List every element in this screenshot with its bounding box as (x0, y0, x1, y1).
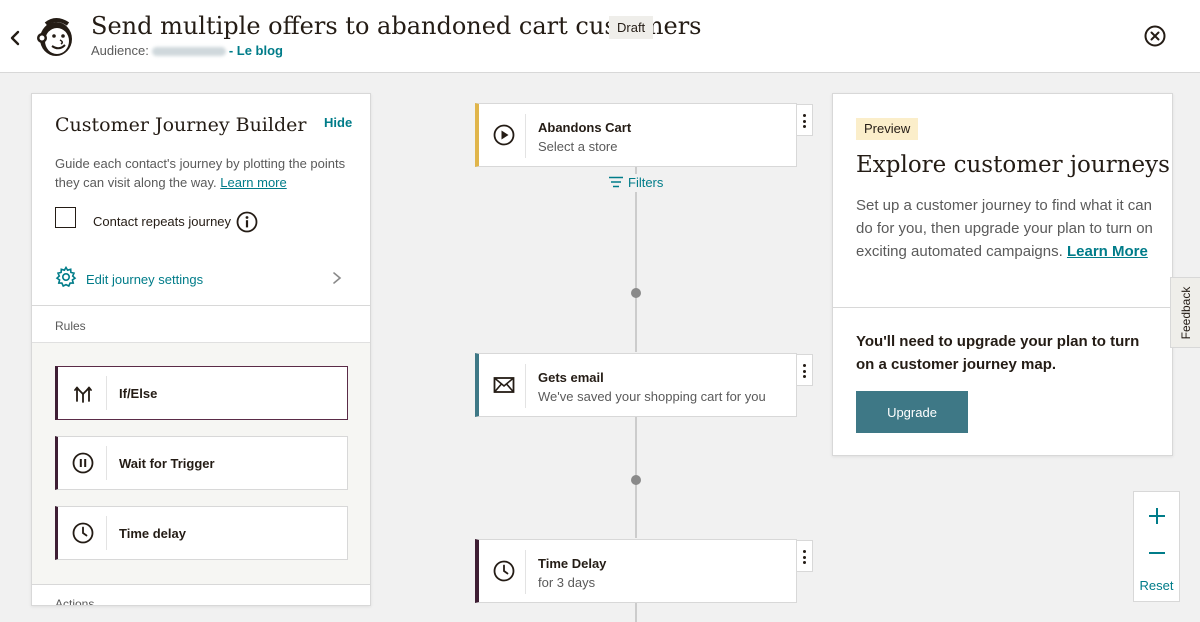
settings-label: Edit journey settings (86, 272, 204, 287)
node-menu-button[interactable] (797, 540, 813, 572)
info-icon[interactable] (236, 211, 258, 233)
feedback-label: Feedback (1178, 286, 1193, 339)
split-arrows-icon (74, 386, 92, 403)
journey-node-time-delay[interactable]: Time Delay for 3 days (475, 539, 797, 603)
rules-list: If/Else Wait for Trigger Time delay (32, 342, 370, 585)
node-menu-button[interactable] (797, 354, 813, 386)
node-title: Gets email (538, 370, 604, 385)
card-separator (106, 516, 107, 550)
upgrade-notice: You'll need to upgrade your plan to turn… (856, 333, 1140, 373)
journey-builder-panel: Customer Journey Builder Hide Guide each… (31, 93, 371, 606)
divider (32, 584, 370, 585)
status-badge: Draft (609, 16, 654, 39)
description-text: Guide each contact's journey by plotting… (55, 156, 346, 190)
clock-icon (72, 522, 94, 544)
gear-icon (55, 266, 77, 288)
upgrade-button[interactable]: Upgrade (856, 391, 968, 433)
card-separator (525, 114, 526, 158)
rules-heading: Rules (55, 319, 86, 333)
pause-circle-icon (72, 452, 94, 474)
learn-more-link[interactable]: Learn more (220, 175, 286, 190)
repeat-journey-checkbox[interactable] (55, 207, 76, 228)
node-title: Abandons Cart (538, 120, 632, 135)
node-subtitle: Select a store (538, 139, 618, 154)
add-step-point[interactable] (631, 475, 641, 485)
rule-time-delay[interactable]: Time delay (55, 506, 348, 560)
preview-title: Explore customer journeys (856, 152, 1170, 178)
zoom-controls: Reset (1133, 491, 1180, 602)
checkbox-label: Contact repeats journey (93, 214, 232, 229)
rule-label: Wait for Trigger (119, 456, 215, 471)
preview-description: Set up a customer journey to find what i… (856, 194, 1156, 263)
node-menu-button[interactable] (797, 104, 813, 136)
rule-label: Time delay (119, 526, 186, 541)
chevron-left-icon[interactable] (6, 27, 24, 49)
edit-journey-settings[interactable]: Edit journey settings (55, 266, 345, 292)
filters-label: Filters (628, 175, 664, 190)
journey-connector (635, 192, 637, 352)
card-separator (525, 364, 526, 408)
journey-connector (635, 602, 637, 622)
preview-badge: Preview (856, 118, 919, 140)
learn-more-link[interactable]: Learn More (1067, 243, 1148, 260)
journey-node-gets-email[interactable]: Gets email We've saved your shopping car… (475, 353, 797, 417)
close-icon[interactable] (1144, 25, 1166, 47)
rule-wait-for-trigger[interactable]: Wait for Trigger (55, 436, 348, 490)
zoom-in-icon[interactable] (1145, 504, 1169, 528)
card-separator (106, 446, 107, 480)
play-circle-icon (493, 124, 515, 146)
zoom-out-icon[interactable] (1145, 541, 1169, 565)
clock-icon (493, 560, 515, 582)
divider (833, 307, 1172, 308)
blurred-audience-name (151, 47, 226, 57)
node-subtitle: We've saved your shopping cart for you (538, 389, 766, 404)
add-step-point[interactable] (631, 288, 641, 298)
divider (32, 305, 370, 306)
audience-label: Audience: (91, 43, 149, 58)
envelope-icon (493, 377, 515, 393)
journey-node-abandons-cart[interactable]: Abandons Cart Select a store (475, 103, 797, 167)
rule-if-else[interactable]: If/Else (55, 366, 348, 420)
node-title: Time Delay (538, 556, 607, 571)
filter-lines-icon (609, 176, 623, 188)
audience-line: Audience: - Le blog (91, 43, 283, 58)
actions-heading: Actions (55, 597, 95, 606)
preview-panel: Preview Explore customer journeys Set up… (832, 93, 1173, 456)
journey-connector (635, 166, 637, 174)
hide-panel-button[interactable]: Hide (324, 115, 352, 130)
top-bar: Send multiple offers to abandoned cart c… (0, 0, 1200, 73)
feedback-tab[interactable]: Feedback (1170, 277, 1200, 348)
audience-link[interactable]: - Le blog (229, 43, 283, 58)
mailchimp-logo (37, 18, 72, 56)
node-subtitle: for 3 days (538, 575, 596, 590)
rule-label: If/Else (119, 386, 158, 401)
chevron-right-icon (333, 272, 342, 284)
card-separator (106, 376, 107, 410)
panel-title: Customer Journey Builder (55, 114, 307, 136)
panel-description: Guide each contact's journey by plotting… (55, 154, 350, 192)
card-separator (525, 550, 526, 594)
zoom-reset-button[interactable]: Reset (1134, 578, 1179, 593)
